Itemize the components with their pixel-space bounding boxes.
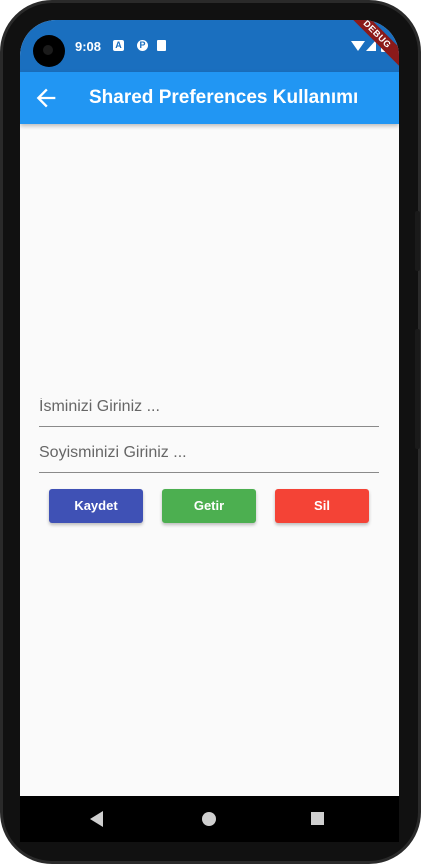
arrow-back-icon — [36, 88, 56, 108]
screen: 9:08 A P DEBUG Shared Preferences Kullan… — [20, 20, 399, 796]
surname-field — [39, 433, 379, 473]
volume-button — [415, 211, 420, 271]
navigation-bar — [20, 796, 399, 842]
front-camera — [33, 35, 65, 67]
nav-home-icon[interactable] — [202, 812, 216, 826]
nav-back-icon[interactable] — [90, 811, 103, 827]
save-button[interactable]: Kaydet — [49, 489, 143, 523]
name-field — [39, 387, 379, 427]
back-button[interactable] — [32, 84, 60, 112]
page-title: Shared Preferences Kullanımı — [89, 87, 359, 108]
status-bar: 9:08 A P DEBUG — [20, 20, 399, 75]
name-input[interactable] — [39, 387, 379, 426]
surname-input[interactable] — [39, 433, 379, 472]
sd-card-icon — [157, 40, 166, 51]
app-bar: Shared Preferences Kullanımı — [20, 72, 399, 124]
a-notification-icon: A — [113, 40, 124, 51]
p-notification-icon: P — [137, 40, 148, 51]
delete-button[interactable]: Sil — [275, 489, 369, 523]
nav-recents-icon[interactable] — [311, 812, 324, 825]
wifi-icon — [351, 41, 365, 51]
power-button — [415, 329, 420, 449]
get-button[interactable]: Getir — [162, 489, 256, 523]
status-time: 9:08 — [75, 39, 102, 54]
